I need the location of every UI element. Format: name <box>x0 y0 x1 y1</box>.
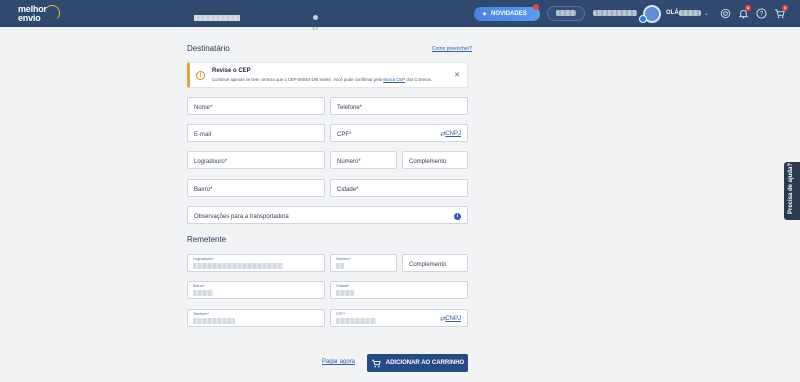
account-info-redacted <box>593 10 637 16</box>
verified-badge-icon <box>639 15 647 23</box>
cpf-label: CPF* <box>337 132 352 138</box>
remetente-title: Remetente <box>187 235 227 244</box>
remetente-bairro-field[interactable]: Bairro* <box>187 281 325 299</box>
logradouro-field[interactable]: Logradouro* <box>187 151 325 169</box>
info-icon[interactable]: i <box>454 213 461 220</box>
cep-alert: ! Revise o CEP Continue apenas se tiver … <box>187 62 468 88</box>
logo-swoosh-icon <box>44 5 60 21</box>
remetente-numero-label: Número* <box>336 257 351 261</box>
novidades-badge <box>533 4 539 10</box>
remetente-cidade-field[interactable]: Cidade* <box>330 281 468 299</box>
observacoes-label: Observações para a transportadora <box>194 214 289 220</box>
stepper-progress: 3/4 <box>312 26 319 31</box>
close-icon[interactable]: ✕ <box>454 71 460 79</box>
complemento-label: Complemento <box>409 159 447 165</box>
username-redacted <box>679 10 701 16</box>
remetente-telefone-label: Telefone* <box>193 312 209 316</box>
chevron-down-icon[interactable]: ⌄ <box>704 10 709 17</box>
nome-label: Nome* <box>194 105 213 111</box>
cidade-field[interactable]: Cidade* <box>330 179 468 197</box>
logradouro-label: Logradouro* <box>194 159 228 165</box>
remetente-bairro-label: Bairro* <box>193 284 205 288</box>
warning-icon: ! <box>196 71 205 80</box>
remetente-cidade-label: Cidade* <box>336 284 350 288</box>
remetente-logradouro-field[interactable]: Logradouro* <box>187 254 325 272</box>
svg-text:?: ? <box>760 11 764 18</box>
add-to-cart-label: ADICIONAR AO CARRINHO <box>385 360 465 366</box>
remetente-complemento-label: Complemento <box>409 262 447 268</box>
help-tab-label: Precisa de ajuda? <box>788 162 794 214</box>
alert-description: Continue apenas se tiver certeza que o C… <box>212 77 432 82</box>
pagar-agora-link[interactable]: Pagar agora <box>322 359 355 365</box>
busca-cep-link[interactable]: Busca CEP <box>383 77 405 82</box>
cpf-field[interactable]: CPF* ⇄ CNPJ <box>330 124 468 142</box>
complemento-field[interactable]: Complemento <box>402 151 468 169</box>
settings-icon[interactable] <box>720 8 731 19</box>
remetente-cpf-label: CPF* <box>336 312 346 316</box>
cidade-label: Cidade* <box>337 187 359 193</box>
destinatario-title: Destinatário <box>187 44 230 53</box>
remetente-complemento-field[interactable]: Complemento <box>402 254 468 272</box>
stepper-dot <box>313 15 318 20</box>
telefone-label: Telefone* <box>337 105 363 111</box>
alert-text-end: dos Correios. <box>405 77 432 82</box>
cart-badge: 1 <box>782 5 788 11</box>
melhor-envio-logo[interactable]: melhor envio <box>18 3 62 23</box>
alert-title: Revise o CEP <box>212 68 251 74</box>
sparkle-icon: ✦ <box>482 11 488 18</box>
balance-pill[interactable] <box>547 6 585 21</box>
balance-redacted <box>556 10 576 16</box>
remetente-cpf-field[interactable]: CPF* ⇄ CNPJ <box>330 309 468 327</box>
telefone-field[interactable]: Telefone* <box>330 97 468 115</box>
remetente-telefone-value-redacted <box>193 318 235 324</box>
add-to-cart-button[interactable]: ADICIONAR AO CARRINHO <box>367 354 468 372</box>
help-icon[interactable]: ? <box>756 8 767 19</box>
remetente-cnpj-toggle-link[interactable]: CNPJ <box>445 316 461 322</box>
logo-text-line2: envio <box>18 13 41 23</box>
remetente-numero-value-redacted <box>336 263 344 269</box>
remetente-telefone-field[interactable]: Telefone* <box>187 309 325 327</box>
cart-icon <box>371 359 381 367</box>
help-side-tab[interactable]: Precisa de ajuda? <box>784 162 800 220</box>
remetente-logradouro-label: Logradouro* <box>193 257 214 261</box>
email-label: E-mail <box>194 132 212 138</box>
como-preencher-link[interactable]: Como preencher? <box>432 46 472 52</box>
remetente-numero-field[interactable]: Número* <box>330 254 397 272</box>
bairro-field[interactable]: Bairro* <box>187 179 325 197</box>
stepper-label-redacted <box>194 15 240 21</box>
top-navigation-bar: melhor envio ✦ NOVIDADES OLÁ, ⌄ 1 ? 1 <box>0 0 800 27</box>
numero-field[interactable]: Número* <box>330 151 397 169</box>
email-field[interactable]: E-mail <box>187 124 325 142</box>
numero-label: Número* <box>337 159 361 165</box>
remetente-cidade-value-redacted <box>336 290 354 296</box>
alert-text: Continue apenas se tiver certeza que o C… <box>212 77 384 82</box>
bairro-label: Bairro* <box>194 187 213 193</box>
remetente-cpf-value-redacted <box>336 318 376 324</box>
novidades-label: NOVIDADES <box>491 11 527 17</box>
observacoes-field[interactable]: Observações para a transportadora i <box>187 206 468 224</box>
novidades-button[interactable]: ✦ NOVIDADES <box>474 7 540 21</box>
remetente-logradouro-value-redacted <box>193 263 283 269</box>
notifications-badge: 1 <box>745 5 751 11</box>
nome-field[interactable]: Nome* <box>187 97 325 115</box>
cnpj-toggle-link[interactable]: CNPJ <box>445 131 461 137</box>
remetente-bairro-value-redacted <box>193 290 213 296</box>
